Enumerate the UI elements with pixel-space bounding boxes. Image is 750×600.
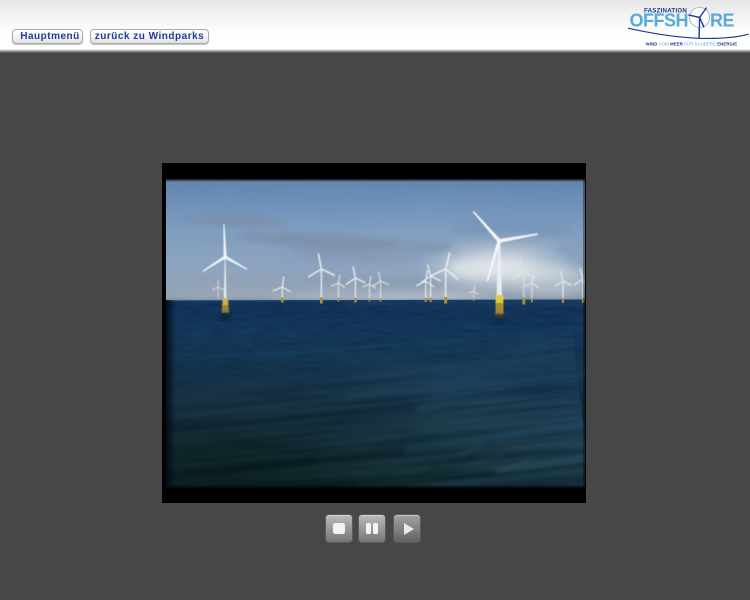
svg-text:OFFSH: OFFSH bbox=[630, 10, 689, 30]
svg-text:WIND VOM MEER FÜR SAUBERE ENER: WIND VOM MEER FÜR SAUBERE ENERGIE bbox=[646, 42, 738, 47]
svg-text:RE: RE bbox=[710, 10, 734, 30]
